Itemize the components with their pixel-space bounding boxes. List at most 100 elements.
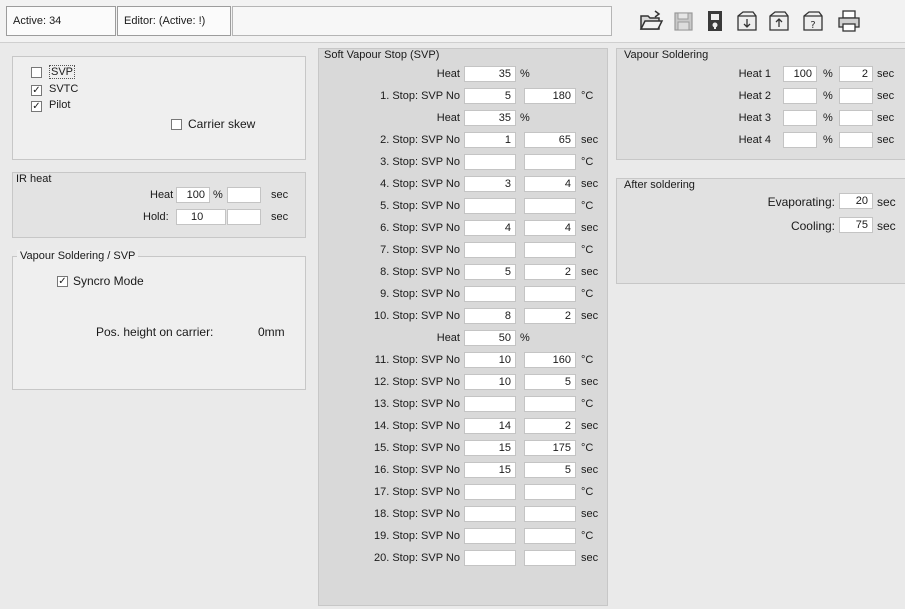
svp-value-field[interactable]: 180 <box>524 88 576 104</box>
svp-unit: sec <box>581 178 599 190</box>
svp-value-field[interactable] <box>524 242 576 258</box>
lock-button[interactable] <box>702 8 728 34</box>
svp-value-field[interactable]: 175 <box>524 440 576 456</box>
vapour-soldering-svp-panel: Vapour Soldering / SVP ✓ Syncro Mode Pos… <box>12 250 306 390</box>
svp-number-field[interactable]: 8 <box>464 308 516 324</box>
vapour-heat-row: Heat 4% sec <box>617 131 899 153</box>
svp-unit: sec <box>581 266 599 278</box>
svp-value-field[interactable] <box>524 550 576 566</box>
svp-number-field[interactable]: 5 <box>464 264 516 280</box>
svp-value-field[interactable] <box>524 154 576 170</box>
vapour-heat-sec-field[interactable]: 2 <box>839 66 873 82</box>
vapour-heat-percent-field[interactable]: 100 <box>783 66 817 82</box>
svp-value-field[interactable] <box>524 396 576 412</box>
svp-number-field[interactable] <box>464 286 516 302</box>
print-button[interactable] <box>836 8 862 34</box>
svp-number-field[interactable] <box>464 396 516 412</box>
vapour-heat-sec-field[interactable] <box>839 110 873 126</box>
svp-stop-label: 1. Stop: SVP No <box>380 90 460 102</box>
ir-heat-sec-field[interactable] <box>227 187 261 203</box>
svp-checkbox[interactable] <box>31 67 42 78</box>
save-button[interactable] <box>670 8 696 34</box>
svp-number-field[interactable] <box>464 550 516 566</box>
svp-heat-label: Heat <box>436 332 460 344</box>
svp-unit: °C <box>581 354 594 366</box>
carrier-skew-checkbox[interactable] <box>171 119 182 130</box>
svp-number-field[interactable] <box>464 528 516 544</box>
svp-stop-row: 11. Stop: SVP No 10 160 °C <box>319 351 601 373</box>
svp-number-field[interactable]: 14 <box>464 418 516 434</box>
printer-icon <box>838 10 860 32</box>
svp-stop-label: 11. Stop: SVP No <box>374 354 460 366</box>
vapour-heat-label: Heat 2 <box>738 90 771 102</box>
svp-number-field[interactable]: 3 <box>464 176 516 192</box>
svp-unit: sec <box>581 464 599 476</box>
svp-number-field[interactable] <box>464 154 516 170</box>
vapour-heat-percent-field[interactable] <box>783 110 817 126</box>
svp-value-field[interactable]: 4 <box>524 176 576 192</box>
tray-help-button[interactable]: ? <box>800 8 826 34</box>
open-button[interactable] <box>638 8 664 34</box>
syncro-mode-label: Syncro Mode <box>73 274 144 288</box>
svtc-checkbox[interactable]: ✓ <box>31 85 42 96</box>
svp-number-field[interactable] <box>464 506 516 522</box>
svp-number-field[interactable]: 15 <box>464 462 516 478</box>
svp-stop-row: 16. Stop: SVP No 15 5 sec <box>319 461 601 483</box>
editor-name-field[interactable] <box>232 6 612 36</box>
cooling-value[interactable]: 75 <box>839 217 873 233</box>
svp-value-field[interactable] <box>524 286 576 302</box>
ir-hold-value[interactable]: 10 <box>176 209 226 225</box>
svp-number-field[interactable]: 5 <box>464 88 516 104</box>
svp-heat-label: Heat <box>436 68 460 80</box>
vapour-heat-sec-field[interactable] <box>839 88 873 104</box>
vapour-heat-sec-field[interactable] <box>839 132 873 148</box>
ir-heat-value[interactable]: 100 <box>176 187 210 203</box>
svp-number-field[interactable] <box>464 242 516 258</box>
svp-value-field[interactable]: 4 <box>524 220 576 236</box>
svp-heat-value[interactable]: 50 <box>464 330 516 346</box>
svp-number-field[interactable] <box>464 484 516 500</box>
svp-value-field[interactable] <box>524 198 576 214</box>
svp-number-field[interactable] <box>464 198 516 214</box>
svp-unit: sec <box>581 508 599 520</box>
svp-stop-label: 20. Stop: SVP No <box>373 552 460 564</box>
svp-stop-label: 14. Stop: SVP No <box>373 420 460 432</box>
svp-stop-label: 13. Stop: SVP No <box>373 398 460 410</box>
ir-hold-extra-field[interactable] <box>227 209 261 225</box>
svp-stop-label: 19. Stop: SVP No <box>373 530 460 542</box>
svp-heat-row: Heat 50% <box>319 329 601 351</box>
tray-out-button[interactable] <box>766 8 792 34</box>
vapour-heat-percent-field[interactable] <box>783 88 817 104</box>
svp-value-field[interactable]: 65 <box>524 132 576 148</box>
svp-value-field[interactable]: 160 <box>524 352 576 368</box>
pilot-checkbox[interactable]: ✓ <box>31 101 42 112</box>
svp-stop-row: 9. Stop: SVP No °C <box>319 285 601 307</box>
after-soldering-title: After soldering <box>621 179 698 191</box>
svp-value-field[interactable] <box>524 506 576 522</box>
vapour-heat-percent-field[interactable] <box>783 132 817 148</box>
svp-number-field[interactable]: 10 <box>464 374 516 390</box>
svp-unit: sec <box>581 552 599 564</box>
svp-number-field[interactable]: 10 <box>464 352 516 368</box>
svp-value-field[interactable] <box>524 484 576 500</box>
carrier-skew-checkbox-label: Carrier skew <box>188 117 256 131</box>
svp-unit: °C <box>581 530 594 542</box>
svp-value-field[interactable]: 2 <box>524 264 576 280</box>
evaporating-value[interactable]: 20 <box>839 193 873 209</box>
svp-heat-value[interactable]: 35 <box>464 110 516 126</box>
svp-number-field[interactable]: 4 <box>464 220 516 236</box>
svp-value-field[interactable]: 5 <box>524 462 576 478</box>
svp-value-field[interactable]: 5 <box>524 374 576 390</box>
svp-value-field[interactable]: 2 <box>524 308 576 324</box>
pos-height-label: Pos. height on carrier: <box>96 325 214 339</box>
tray-in-button[interactable] <box>734 8 760 34</box>
after-soldering-panel: After soldering Evaporating: 20 sec Cool… <box>616 178 905 284</box>
svp-number-field[interactable]: 1 <box>464 132 516 148</box>
svp-value-field[interactable] <box>524 528 576 544</box>
svp-heat-value[interactable]: 35 <box>464 66 516 82</box>
syncro-mode-checkbox[interactable]: ✓ <box>57 276 68 287</box>
vapour-soldering-panel: Vapour Soldering Heat 1 100% 2 sec Heat 2% se… <box>616 48 905 160</box>
svp-stop-row: 3. Stop: SVP No °C <box>319 153 601 175</box>
svp-value-field[interactable]: 2 <box>524 418 576 434</box>
svp-number-field[interactable]: 15 <box>464 440 516 456</box>
